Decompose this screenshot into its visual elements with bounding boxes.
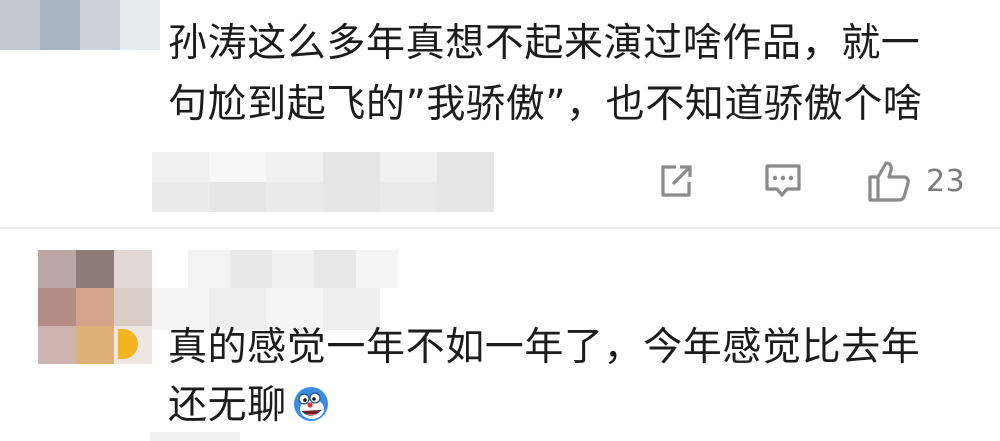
- avatar-pixel: [76, 326, 114, 364]
- avatar-pixel: [38, 288, 76, 326]
- comment-divider: [0, 227, 1000, 229]
- blur-pixel: [152, 182, 209, 212]
- comment-icon: [765, 164, 801, 197]
- next-comment-peek: [150, 432, 240, 441]
- avatar-pixel: [76, 288, 114, 326]
- blur-pixel: [209, 152, 266, 182]
- blur-pixel: [380, 182, 437, 212]
- blur-pixel: [356, 250, 398, 288]
- blur-pixel: [323, 152, 380, 182]
- avatar-pixel: [38, 326, 76, 364]
- thumbs-up-icon: [868, 161, 910, 202]
- commenter-avatar-blurred[interactable]: [0, 0, 160, 50]
- commenter-name-blurred: [188, 250, 398, 288]
- reply-comment-button[interactable]: [762, 158, 804, 204]
- blur-pixel: [323, 182, 380, 212]
- blur-pixel: [230, 250, 272, 288]
- blur-pixel: [437, 152, 494, 182]
- avatar-pixel: [40, 0, 80, 50]
- comment-text-line: 孙涛这么多年真想不起来演过啥作品，就一: [168, 21, 921, 66]
- avatar-pixel: [114, 250, 152, 288]
- blur-pixel: [266, 182, 323, 212]
- avatar-pixel: [0, 0, 40, 50]
- blur-pixel: [380, 152, 437, 182]
- grinning-blue-face-emoji-icon: [293, 387, 328, 421]
- avatar-pixel: [38, 250, 76, 288]
- commenter-name-blurred: [152, 152, 494, 212]
- avatar-pixel: [76, 250, 114, 288]
- avatar-pixel: [114, 288, 152, 326]
- comment-text-line: 真的感觉一年不如一年了，今年感觉比去年: [168, 325, 921, 370]
- avatar-pixel: [80, 0, 120, 50]
- blur-pixel: [152, 152, 209, 182]
- comment-text-line: 句尬到起飞的”我骄傲”，也不知道骄傲个啥: [168, 82, 923, 127]
- comment-text-line: 还无聊: [168, 378, 331, 434]
- blur-pixel: [314, 250, 356, 288]
- blur-pixel: [272, 250, 314, 288]
- blur-pixel: [266, 152, 323, 182]
- like-count: 23: [926, 163, 966, 199]
- avatar-pixel: [120, 0, 160, 50]
- share-icon: [661, 165, 692, 197]
- blur-pixel: [188, 250, 230, 288]
- share-button[interactable]: [656, 158, 696, 204]
- comment-text-segment: 还无聊: [168, 383, 287, 428]
- blur-pixel: [209, 182, 266, 212]
- blur-pixel: [437, 182, 494, 212]
- like-button[interactable]: 23: [866, 158, 965, 204]
